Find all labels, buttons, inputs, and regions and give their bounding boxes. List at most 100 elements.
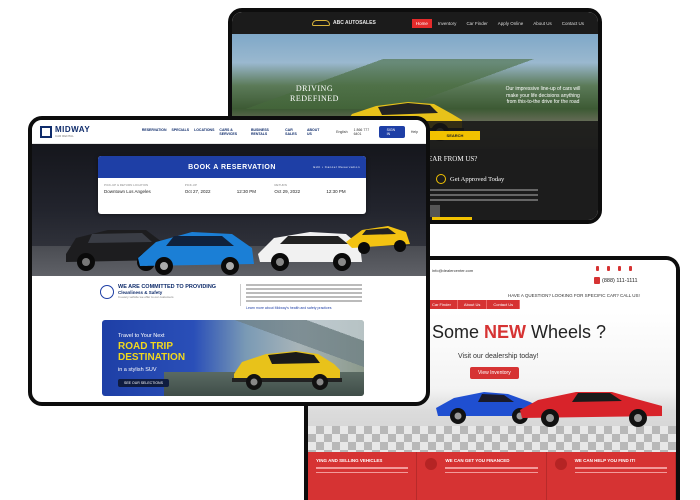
- return-date-label: RETURN: [274, 183, 287, 187]
- commitment-block: WE ARE COMMITTED TO PROVIDING Cleanlines…: [100, 284, 216, 299]
- reservation-title: BOOK A RESERVATION: [188, 163, 276, 171]
- midway-window: MIDWAY CAR RENTAL RESERVATION SPECIALS L…: [28, 116, 430, 406]
- headline-pre: Some: [432, 322, 485, 342]
- divider: [240, 284, 241, 306]
- menu-specials[interactable]: SPECIALS: [172, 128, 190, 136]
- approved-icon: [436, 174, 446, 184]
- pickup-location-field[interactable]: PICK-UP & RETURN LOCATION Downtown Los A…: [104, 183, 181, 194]
- return-time-value: 12:30 PM: [326, 189, 346, 194]
- menu-locations[interactable]: LOCATIONS: [194, 128, 214, 136]
- return-date-value: Oct 29, 2022: [274, 189, 301, 194]
- headline-new: NEW: [484, 322, 527, 342]
- car-logo-icon: [312, 20, 330, 26]
- pickup-date-value: Oct 27, 2022: [184, 189, 211, 194]
- midway-brand-sub: CAR RENTAL: [55, 133, 74, 138]
- midway-navbar: MIDWAY CAR RENTAL RESERVATION SPECIALS L…: [32, 120, 426, 144]
- sign-in-button[interactable]: SIGN IN: [378, 125, 405, 138]
- reservation-fields: PICK-UP & RETURN LOCATION Downtown Los A…: [98, 178, 366, 194]
- hero-title-line1: DRIVING: [295, 84, 334, 93]
- feature-title-3: WE CAN HELP YOU FIND IT!: [574, 458, 636, 463]
- collage: ABC AUTOSALES Home Inventory Car Finder …: [0, 0, 700, 500]
- approved-text-lines: [428, 189, 538, 204]
- dealer-navbar: Car Finder About Us Contact Us: [426, 300, 521, 309]
- commit-caption: In every vehicle we offer to our custome…: [118, 295, 174, 299]
- rental-cars-image: [66, 226, 410, 275]
- menu-cars-services[interactable]: CARS & SERVICES: [219, 128, 246, 136]
- nav-about-us[interactable]: About Us: [529, 19, 556, 28]
- money-icon: [425, 458, 438, 470]
- return-date-field[interactable]: RETURN Oct 29, 2022: [274, 183, 322, 194]
- nav-home[interactable]: Home: [411, 18, 432, 28]
- get-approved-heading: Get Approved Today: [450, 176, 505, 183]
- midway-menu: RESERVATION SPECIALS LOCATIONS CARS & SE…: [142, 128, 322, 136]
- nav-contact-us[interactable]: Contact Us: [558, 19, 588, 28]
- nav-inventory[interactable]: Inventory: [434, 19, 461, 28]
- menu-car-sales[interactable]: CAR SALES: [285, 128, 302, 136]
- question-banner: HAVE A QUESTION? LOOKING FOR SPECIFIC CA…: [508, 293, 640, 298]
- midway-phone[interactable]: 1 866 777 6401: [354, 128, 373, 136]
- abc-hero-title: DRIVING REDEFINED: [290, 84, 339, 104]
- dealer-headline: Some NEW Wheels ?: [432, 322, 606, 343]
- dealer-features: YING AND SELLING VEHICLES WE CAN GET YOU…: [308, 452, 676, 500]
- reservation-header: BOOK A RESERVATION Edit • Cancel Reserva…: [98, 156, 366, 178]
- dealer-nav-contact[interactable]: Contact Us: [487, 300, 521, 309]
- language-select[interactable]: English: [336, 130, 347, 134]
- facebook-icon[interactable]: [596, 266, 599, 271]
- promo-headline: ROAD TRIP DESTINATION: [118, 341, 186, 363]
- see-selections-button[interactable]: SEE OUR SELECTIONS: [118, 379, 169, 387]
- safety-body-text: [246, 284, 362, 304]
- feature-title-1: YING AND SELLING VEHICLES: [316, 458, 383, 463]
- pickup-location-label: PICK-UP & RETURN LOCATION: [104, 183, 149, 187]
- pickup-time-field[interactable]: 12:30 PM: [237, 183, 271, 194]
- search-icon: [554, 458, 567, 470]
- feature-text-2: [445, 467, 538, 473]
- pickup-time-value: 12:30 PM: [236, 189, 257, 194]
- abc-navbar: ABC AUTOSALES Home Inventory Car Finder …: [232, 12, 598, 34]
- abc-hero-text: Our impressive line-up of cars will make…: [505, 86, 581, 105]
- m-logo-icon: [40, 125, 52, 138]
- dealer-nav-about[interactable]: About Us: [457, 300, 488, 309]
- abc-brand-name: ABC AUTOSALES: [333, 20, 376, 26]
- midway-logo[interactable]: MIDWAY CAR RENTAL: [40, 124, 142, 138]
- dealer-nav-car-finder[interactable]: Car Finder: [426, 300, 458, 309]
- promo-line4: in a stylish SUV: [118, 367, 157, 373]
- help-link[interactable]: Help: [411, 130, 418, 134]
- feature-buying-selling: YING AND SELLING VEHICLES: [308, 452, 418, 500]
- pickup-date-field[interactable]: PICK-UP Oct 27, 2022: [185, 183, 233, 194]
- headline-post: Wheels ?: [526, 322, 607, 342]
- dealer-phone[interactable]: (888) 111-1111: [602, 278, 638, 284]
- abc-logo[interactable]: ABC AUTOSALES: [312, 20, 376, 26]
- promo-road-trip: ROAD TRIP: [118, 341, 173, 352]
- shield-car-icon: [100, 284, 114, 299]
- red-sports-car-image: [520, 392, 662, 427]
- nav-car-finder[interactable]: Car Finder: [462, 19, 491, 28]
- abc-nav-links: Home Inventory Car Finder Apply Online A…: [411, 18, 588, 28]
- google-icon[interactable]: [618, 266, 621, 271]
- feature-title-2: WE CAN GET YOU FINANCED: [445, 458, 510, 463]
- edit-cancel-link[interactable]: Edit • Cancel Reservation: [313, 165, 360, 169]
- pickup-location-value: Downtown Los Angeles: [104, 189, 151, 194]
- promo-destination: DESTINATION: [118, 351, 186, 363]
- menu-business-rentals[interactable]: BUSINESS RENTALS: [251, 128, 280, 136]
- pickup-date-label: PICK-UP: [184, 183, 197, 187]
- twitter-icon[interactable]: [607, 266, 610, 271]
- menu-about-us[interactable]: ABOUT US: [307, 128, 322, 136]
- midway-nav-right: English 1 866 777 6401 SIGN IN Help: [336, 125, 418, 138]
- feature-financed: WE CAN GET YOU FINANCED: [417, 452, 547, 500]
- learn-more-link[interactable]: Learn more about Midway's health and saf…: [246, 306, 332, 310]
- instagram-icon[interactable]: [629, 266, 632, 271]
- safety-section: WE ARE COMMITTED TO PROVIDING Cleanlines…: [32, 276, 426, 316]
- apply-button[interactable]: [432, 217, 472, 220]
- promo-line1: Travel to Your Next: [118, 333, 165, 339]
- menu-reservation[interactable]: RESERVATION: [142, 128, 167, 136]
- search-button[interactable]: SEARCH: [430, 130, 480, 140]
- midway-brand-name: MIDWAY: [55, 124, 91, 134]
- midway-hero: BOOK A RESERVATION Edit • Cancel Reserva…: [32, 144, 426, 276]
- phone-icon: [594, 277, 600, 284]
- dealer-email[interactable]: info@dealercenter.com: [432, 268, 473, 273]
- visit-text: Visit our dealership today!: [458, 353, 539, 360]
- return-time-field[interactable]: 12:30 PM: [326, 183, 360, 194]
- feature-find-it: WE CAN HELP YOU FIND IT!: [547, 452, 676, 500]
- nav-apply-online[interactable]: Apply Online: [494, 19, 528, 28]
- yellow-suv-promo-image: [232, 351, 342, 390]
